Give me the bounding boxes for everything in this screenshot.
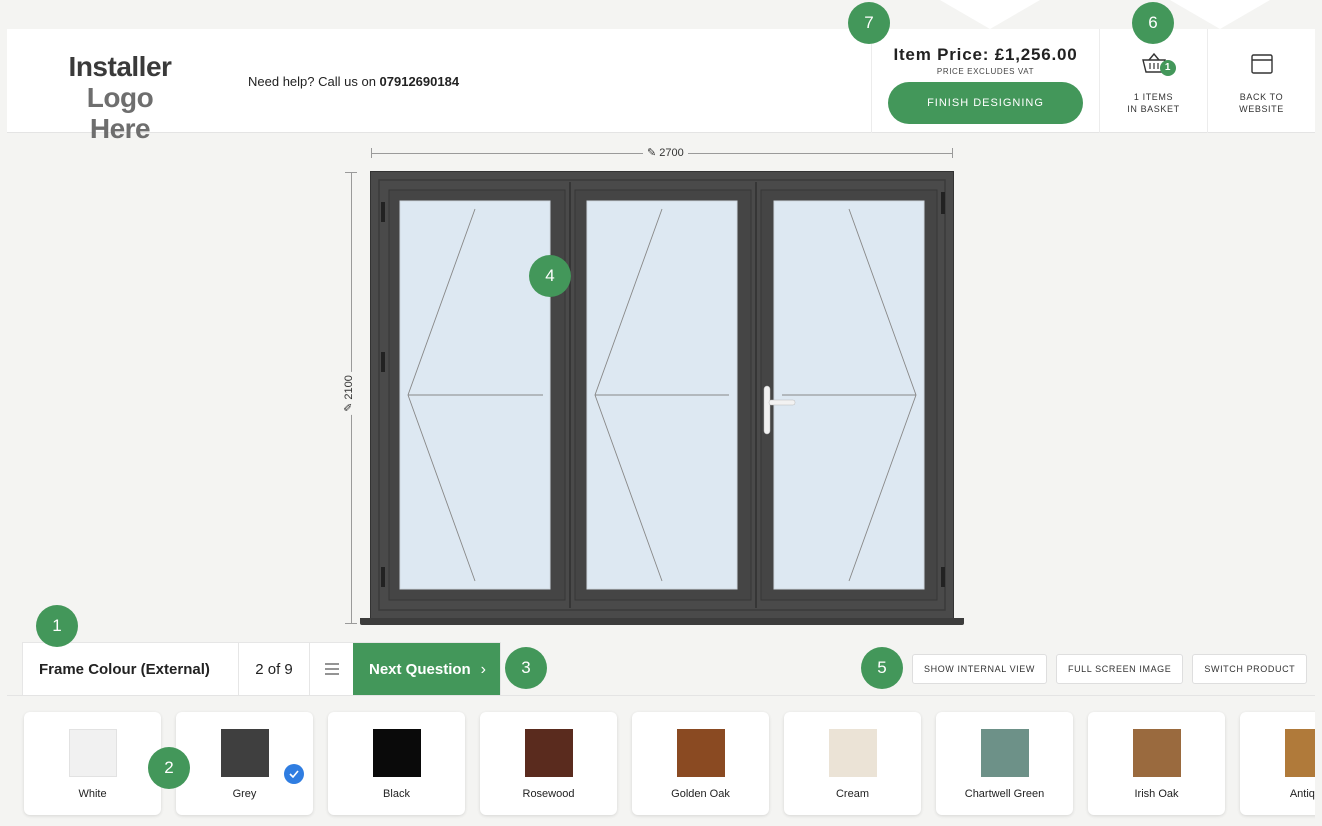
- help-text: Need help? Call us on 07912690184: [248, 74, 459, 89]
- colour-name: Chartwell Green: [964, 788, 1045, 800]
- next-question-label: Next Question: [369, 661, 471, 678]
- price-panel: Item Price: £1,256.00 PRICE EXCLUDES VAT…: [871, 29, 1099, 133]
- colour-swatch: [980, 729, 1029, 777]
- logo-line-2: Logo Here: [86, 82, 154, 144]
- full-screen-image-button[interactable]: FULL SCREEN IMAGE: [1055, 654, 1184, 684]
- hamburger-menu-icon: [324, 663, 339, 675]
- question-bar: Frame Colour (External) 2 of 9 Next Ques…: [22, 642, 501, 695]
- item-price: Item Price: £1,256.00: [893, 45, 1078, 64]
- view-controls: SHOW INTERNAL VIEW FULL SCREEN IMAGE SWI…: [912, 654, 1308, 684]
- colour-swatch: [524, 729, 573, 777]
- colour-swatch: [372, 729, 421, 777]
- colour-swatch-card[interactable]: Chartwell Green: [936, 712, 1073, 815]
- basket-count-badge: 1: [1160, 60, 1176, 76]
- colour-name: Cream: [835, 788, 869, 800]
- back-to-website-button[interactable]: BACK TO WEBSITE: [1207, 29, 1315, 133]
- colour-swatch: [1132, 729, 1181, 777]
- logo-line-1: Installer: [68, 51, 172, 82]
- basket-button[interactable]: 1 1 ITEMS IN BASKET: [1099, 29, 1207, 133]
- basket-label-2: IN BASKET: [1127, 104, 1180, 114]
- colour-options: White Grey Black Rosewood Golden Oak Cream Cha…: [7, 695, 1315, 826]
- finish-designing-button[interactable]: FINISH DESIGNING: [888, 82, 1083, 124]
- step-badge-7: 7: [848, 2, 890, 44]
- step-badge-2: 2: [148, 747, 190, 789]
- step-badge-6: 6: [1132, 2, 1174, 44]
- installer-logo[interactable]: Installer Logo Here: [55, 51, 185, 144]
- colour-swatch-card[interactable]: Black: [328, 712, 465, 815]
- switch-product-button[interactable]: SWITCH PRODUCT: [1192, 654, 1308, 684]
- question-step: 2 of 9: [239, 643, 310, 695]
- pencil-icon: ✎: [647, 147, 657, 159]
- colour-swatch-card[interactable]: White: [24, 712, 161, 815]
- colour-name: Antique: [1289, 788, 1315, 800]
- step-badge-1: 1: [36, 605, 78, 647]
- door-sill: [360, 618, 964, 625]
- colour-name: Black: [383, 788, 410, 800]
- height-dimension[interactable]: ✎ 2100: [341, 172, 357, 624]
- help-label: Need help? Call us on: [248, 74, 380, 89]
- colour-swatch-card[interactable]: Cream: [784, 712, 921, 815]
- height-label[interactable]: ✎ 2100: [341, 372, 355, 415]
- back-label-2: WEBSITE: [1239, 104, 1284, 114]
- colour-swatch: [1284, 729, 1315, 777]
- colour-swatch-card[interactable]: Grey: [176, 712, 313, 815]
- colour-swatch: [68, 729, 117, 777]
- question-title: Frame Colour (External): [23, 643, 239, 695]
- chevron-right-icon: ›: [480, 661, 486, 678]
- width-dimension[interactable]: ✎ 2700: [371, 146, 953, 159]
- show-internal-view-button[interactable]: SHOW INTERNAL VIEW: [912, 654, 1047, 684]
- colour-name: Golden Oak: [671, 788, 730, 800]
- basket-label-1: 1 ITEMS: [1133, 92, 1174, 102]
- bifold-door-preview[interactable]: [370, 171, 954, 619]
- step-badge-3: 3: [505, 647, 547, 689]
- colour-name: Irish Oak: [1134, 788, 1179, 800]
- next-question-button[interactable]: Next Question ›: [353, 643, 500, 695]
- step-badge-4: 4: [529, 255, 571, 297]
- width-label[interactable]: ✎ 2700: [643, 146, 688, 159]
- header-decoration: [940, 0, 1040, 29]
- colour-swatch: [676, 729, 725, 777]
- colour-swatch-card[interactable]: Irish Oak: [1088, 712, 1225, 815]
- colour-swatch-card[interactable]: Golden Oak: [632, 712, 769, 815]
- colour-name: Rosewood: [522, 788, 575, 800]
- header-decoration: [1170, 0, 1270, 29]
- step-badge-5: 5: [861, 647, 903, 689]
- colour-swatch: [220, 729, 269, 777]
- colour-swatch-card[interactable]: Antique: [1240, 712, 1315, 815]
- colour-swatch-card[interactable]: Rosewood: [480, 712, 617, 815]
- colour-name: Grey: [232, 788, 257, 800]
- width-value: 2700: [659, 147, 684, 159]
- pencil-icon: ✎: [342, 402, 355, 412]
- question-menu-button[interactable]: [310, 643, 353, 695]
- height-value: 2100: [342, 375, 355, 400]
- swatch-row: White Grey Black Rosewood Golden Oak Cream Cha…: [24, 712, 1315, 815]
- browser-window-icon: [1250, 54, 1273, 74]
- colour-name: White: [78, 788, 107, 800]
- help-phone[interactable]: 07912690184: [380, 74, 460, 89]
- colour-swatch: [828, 729, 877, 777]
- selected-check-icon: [284, 764, 304, 784]
- vat-note: PRICE EXCLUDES VAT: [936, 67, 1035, 76]
- top-header: Installer Logo Here Need help? Call us o…: [7, 29, 1315, 144]
- back-label-1: BACK TO: [1239, 92, 1284, 102]
